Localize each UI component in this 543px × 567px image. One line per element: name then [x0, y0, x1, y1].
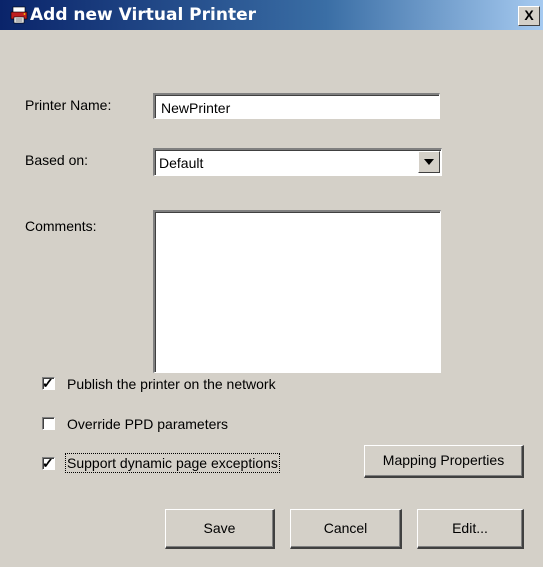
publish-checkbox[interactable]: ✓: [42, 375, 55, 391]
dynamic-page-exceptions-checkbox[interactable]: ✓: [42, 455, 55, 471]
chevron-down-icon[interactable]: [418, 151, 440, 173]
comments-label: Comments:: [25, 218, 97, 234]
printer-name-input[interactable]: [153, 93, 440, 119]
window-title: Add new Virtual Printer: [30, 5, 256, 25]
based-on-value: Default: [159, 155, 204, 171]
based-on-label: Based on:: [25, 152, 89, 168]
close-icon: X: [524, 7, 534, 23]
comments-textarea[interactable]: [153, 210, 441, 373]
save-button[interactable]: Save: [165, 509, 275, 549]
cancel-button[interactable]: Cancel: [290, 509, 402, 549]
override-ppd-label[interactable]: Override PPD parameters: [67, 416, 228, 432]
check-icon: ✓: [42, 375, 54, 391]
dynamic-page-exceptions-label[interactable]: Support dynamic page exceptions: [65, 453, 280, 473]
printer-name-label: Printer Name:: [25, 97, 112, 113]
printer-app-icon: [10, 6, 28, 24]
override-ppd-checkbox[interactable]: [42, 417, 55, 430]
mapping-properties-button[interactable]: Mapping Properties: [364, 445, 524, 478]
title-bar[interactable]: Add new Virtual Printer X: [0, 0, 543, 30]
publish-label[interactable]: Publish the printer on the network: [67, 376, 276, 392]
add-virtual-printer-dialog: Add new Virtual Printer X Printer Name: …: [0, 0, 543, 567]
close-button[interactable]: X: [518, 6, 540, 26]
check-icon: ✓: [42, 455, 54, 471]
based-on-select[interactable]: Default: [153, 148, 442, 176]
edit-button[interactable]: Edit...: [417, 509, 524, 549]
